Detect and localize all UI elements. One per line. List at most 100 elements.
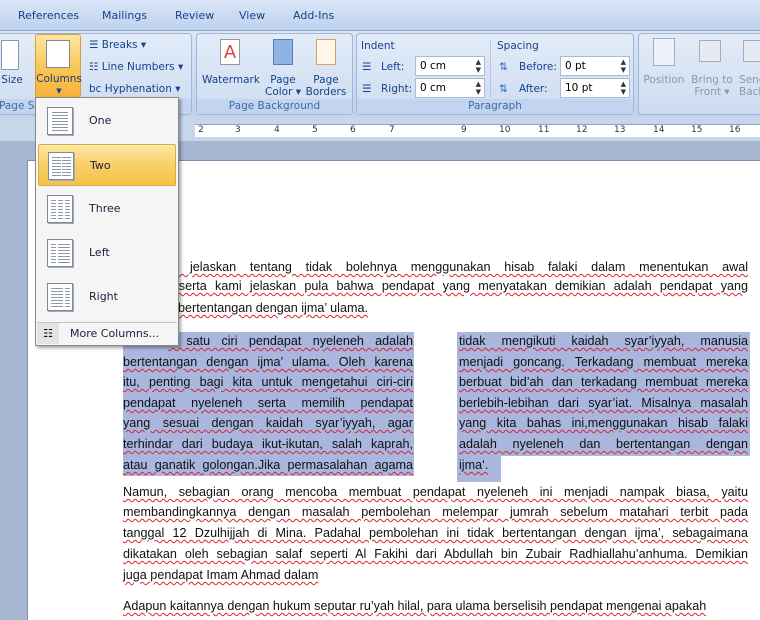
- spacing-after-label: After:: [519, 83, 548, 95]
- ruler-tick-label: 12: [576, 125, 588, 135]
- columns-icon: [46, 40, 70, 68]
- text-line: tidak mengikuti kaidah syar’iyyah, manus…: [459, 334, 748, 348]
- columns-option-left[interactable]: Left: [38, 232, 176, 274]
- page-color-icon: [273, 39, 293, 65]
- columns-option-label: Left: [89, 246, 110, 259]
- text-line: h, bertentangan dengan ijma’ ulama.: [164, 301, 368, 315]
- indent-left-label: Left:: [381, 61, 405, 73]
- columns-option-label: Two: [90, 159, 111, 172]
- group-paragraph: Indent ☰ Left: 0 cm ▲ ▼ ☰ Right: 0 cm ▲ ▼ Sp…: [356, 33, 634, 115]
- hyphenation-button[interactable]: bc Hyphenation ▾: [89, 83, 181, 95]
- text-line: menjadi goncang. Terkadang membuat merek…: [459, 355, 748, 369]
- columns-button[interactable]: Columns ▼: [35, 34, 82, 98]
- text-line: yang kita bahas ini,menggunakan hisab fa…: [459, 416, 748, 430]
- spinner-arrows[interactable]: ▲ ▼: [476, 80, 481, 96]
- text-line: itu, penting bagi kita untuk mengetahui …: [123, 375, 413, 389]
- spacing-before-input[interactable]: 0 pt ▲ ▼: [560, 56, 630, 76]
- tab-mailings[interactable]: Mailings: [102, 9, 147, 22]
- watermark-icon: A: [220, 39, 240, 65]
- indent-left-input[interactable]: 0 cm ▲ ▼: [415, 56, 485, 76]
- ruler-tick-label: 3: [235, 125, 241, 135]
- bring-to-front-button[interactable]: Bring to Front ▾: [689, 74, 735, 98]
- more-columns-icon: ☷: [37, 323, 59, 344]
- divider: [490, 40, 491, 98]
- text-line: yang sesuai dengan kaidah syar’iyyah, ag…: [123, 416, 413, 430]
- breaks-icon: ☰: [89, 39, 99, 51]
- group-page-background: A Watermark Page Color ▾ Page Borders Page…: [196, 33, 353, 115]
- breaks-button[interactable]: ☰ Breaks ▾: [89, 39, 146, 51]
- ruler-tick-label: 13: [614, 125, 626, 135]
- tab-view[interactable]: View: [239, 9, 265, 22]
- line-numbers-icon: ☷: [89, 61, 99, 73]
- columns-option-one[interactable]: One: [38, 100, 176, 142]
- columns-option-label: Three: [89, 202, 121, 215]
- send-to-back-button[interactable]: SendBack: [739, 74, 760, 98]
- text-line: n, serta kami jelaskan pula bahwa pendap…: [160, 279, 748, 293]
- ruler-tick-label: 14: [653, 125, 665, 135]
- group-arrange: Position Bring toFront ▾ SendBack: [638, 33, 760, 115]
- columns-dropdown-menu: One Two Three Left Right ☷ More Columns...: [35, 97, 179, 346]
- text-line: bertentangan dengan ijma’ ulama. Oleh ka…: [123, 355, 413, 369]
- size-icon: [1, 40, 19, 70]
- text-line: membandingkannya dengan masalah pemboleh…: [123, 505, 748, 519]
- send-to-back-icon: [743, 40, 760, 62]
- spinner-arrows[interactable]: ▲ ▼: [621, 58, 626, 74]
- tab-review[interactable]: Review: [175, 9, 214, 22]
- tab-add-ins[interactable]: Add-Ins: [293, 9, 334, 22]
- more-columns-menu-item[interactable]: ☷ More Columns...: [37, 322, 177, 344]
- hyphenation-label: Hyphenation: [104, 83, 172, 95]
- line-numbers-button[interactable]: ☷ Line Numbers ▾: [89, 61, 183, 73]
- columns-option-three[interactable]: Three: [38, 188, 176, 230]
- text-line: Adapun kaitannya dengan hukum seputar ru…: [123, 599, 707, 613]
- position-icon: [653, 38, 675, 66]
- text-line: n satu ciri pendapat nyeleneh adalah: [168, 334, 413, 348]
- text-line: terhindar dari budaya ikut-ikutan, salah…: [123, 437, 413, 451]
- watermark-button[interactable]: Watermark: [201, 74, 261, 86]
- spinner-arrows[interactable]: ▲ ▼: [476, 58, 481, 74]
- ruler-tick-label: 16: [729, 125, 741, 135]
- hyphenation-icon: bc: [89, 83, 102, 95]
- page-borders-button[interactable]: Page Borders: [304, 74, 348, 98]
- columns-left-icon: [47, 239, 73, 267]
- spinner-arrows[interactable]: ▲ ▼: [621, 80, 626, 96]
- page-borders-icon: [316, 39, 336, 65]
- breaks-label: Breaks: [101, 39, 138, 51]
- page-background-group-label: Page Background: [197, 99, 352, 114]
- spacing-before-icon: ⇅: [499, 61, 508, 73]
- ruler-tick-label: 10: [499, 125, 511, 135]
- ribbon-tab-bar: References Mailings Review View Add-Ins: [0, 0, 760, 31]
- page-color-button[interactable]: Page Color ▾: [263, 74, 303, 98]
- text-line: berbuat bid’ah dan terkadang membuat mer…: [459, 375, 748, 389]
- columns-label: Columns: [36, 73, 82, 85]
- indent-label: Indent: [361, 40, 395, 52]
- text-line: berlebih-lebihan dari syar’iat. Misalnya…: [459, 396, 748, 410]
- ruler-tick-label: 4: [274, 125, 280, 135]
- position-button[interactable]: Position: [641, 74, 687, 86]
- columns-one-icon: [47, 107, 73, 135]
- columns-option-two[interactable]: Two: [38, 144, 176, 186]
- indent-right-input[interactable]: 0 cm ▲ ▼: [415, 78, 485, 98]
- indent-right-label: Right:: [381, 83, 413, 95]
- text-line: adalah nyeleneh dan bertentangan dengan: [459, 437, 748, 451]
- spacing-after-input[interactable]: 10 pt ▲ ▼: [560, 78, 630, 98]
- horizontal-ruler[interactable]: 2 3 4 5 6 7 9 10 11 12 13 14 15 16: [195, 124, 760, 137]
- columns-option-label: Right: [89, 290, 118, 303]
- columns-three-icon: [47, 195, 73, 223]
- columns-two-icon: [48, 152, 74, 180]
- text-line: pendapat nyeleneh serta memilih pendapat: [123, 396, 413, 410]
- spacing-label: Spacing: [497, 40, 539, 52]
- text-line: tanggal 12 Dzulhijjah di Mina. Padahal p…: [123, 526, 748, 540]
- text-line: Namun, sebagian orang mencoba membuat pe…: [123, 485, 748, 499]
- spacing-before-label: Before:: [519, 61, 557, 73]
- columns-option-label: One: [89, 114, 112, 127]
- text-line: juga pendapat Imam Ahmad dalam: [123, 568, 319, 582]
- text-line: atau ganatik golongan.Jika permasalahan …: [123, 458, 413, 472]
- size-button[interactable]: Size: [1, 74, 23, 86]
- tab-references[interactable]: References: [18, 9, 79, 22]
- ruler-tick-label: 5: [312, 125, 318, 135]
- more-columns-label: More Columns...: [70, 327, 160, 340]
- text-line: dikatakan oleh sebagian salaf seperti Al…: [123, 547, 748, 561]
- text-line: ijma‘.: [459, 458, 489, 472]
- ruler-tick-label: 2: [198, 125, 204, 135]
- columns-option-right[interactable]: Right: [38, 276, 176, 318]
